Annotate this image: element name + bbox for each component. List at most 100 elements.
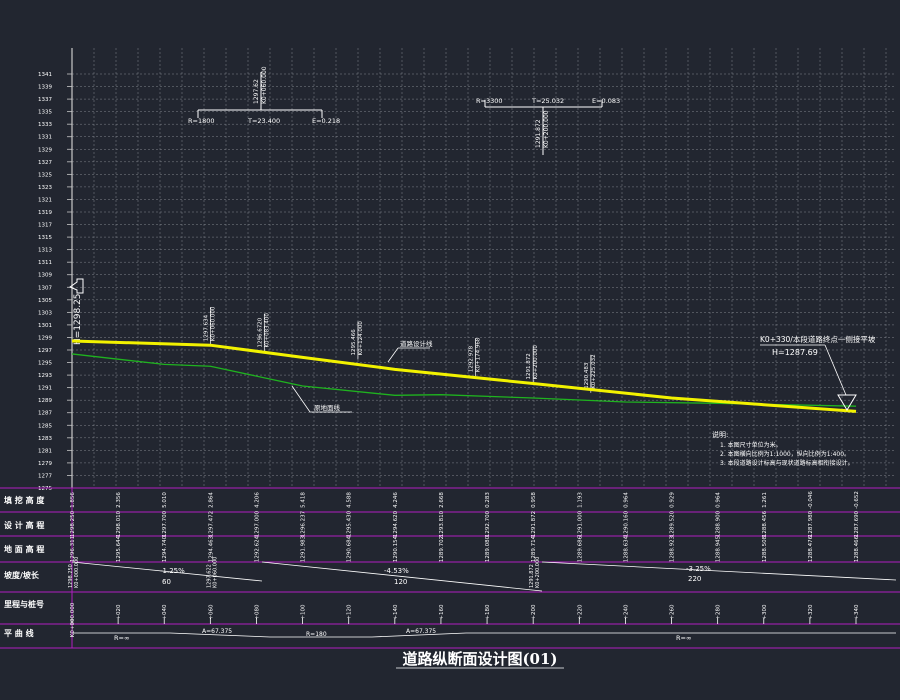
station-label: +040 bbox=[162, 604, 168, 620]
profile-point-label: K0+225.032 bbox=[591, 354, 597, 388]
elevation-tick-label: 1289 bbox=[38, 398, 52, 404]
elevation-tick-label: 1295 bbox=[38, 361, 52, 367]
elevation-tick-label: 1335 bbox=[38, 110, 52, 116]
notes-heading: 说明: bbox=[712, 430, 728, 439]
grade-3-length: 220 bbox=[688, 575, 701, 583]
cut-fill-value: 4.246 bbox=[393, 492, 399, 508]
design-elevation-value: 1295.430 bbox=[347, 510, 353, 537]
profile-point-label: 1297.634 bbox=[203, 314, 209, 341]
design-elevation-value: 1296.237 bbox=[301, 510, 307, 537]
row-label-cut-fill: 填 挖 高 度 bbox=[4, 495, 45, 505]
elevation-tick-label: 1319 bbox=[38, 210, 52, 216]
note-line-3: 3. 本段道路设计标高与现状道路标高相衔接设计。 bbox=[720, 459, 854, 467]
ground-elevation-value: 1289.702 bbox=[439, 536, 445, 562]
station-label: +140 bbox=[393, 604, 399, 620]
elevation-tick-label: 1283 bbox=[38, 436, 52, 442]
ground-elevation-value: 1291.983 bbox=[301, 535, 307, 562]
endpoint-level: H=1287.69 bbox=[772, 348, 818, 357]
elevation-tick-label: 1331 bbox=[38, 135, 52, 141]
drawing-title: 道路纵断面设计图(01) bbox=[402, 650, 557, 668]
start-elevation-label: H=1298.25 bbox=[73, 293, 83, 345]
design-elevation-value: 1291.000 bbox=[577, 510, 583, 537]
row-label-ground-elev: 地 面 高 程 bbox=[4, 544, 44, 554]
curve-1-radius: R=1800 bbox=[188, 117, 215, 125]
elevation-tick-label: 1303 bbox=[38, 310, 52, 316]
elevation-tick-label: 1311 bbox=[38, 260, 52, 266]
cut-fill-value: 2.668 bbox=[439, 492, 445, 508]
design-elevation-value: 1298.250 bbox=[70, 510, 76, 537]
cut-fill-value: -0.046 bbox=[808, 491, 814, 509]
ground-elevation-value: 1288.476 bbox=[808, 535, 814, 562]
station-label: +180 bbox=[485, 604, 491, 620]
station-label: +200 bbox=[531, 604, 537, 620]
elevation-tick-label: 1305 bbox=[38, 298, 52, 304]
station-label: +160 bbox=[439, 604, 445, 620]
elevation-tick-label: 1321 bbox=[38, 197, 52, 203]
alignment-curve: R=180 bbox=[306, 631, 327, 638]
curve-2-pvi-elevation: 1291.872 bbox=[535, 119, 542, 148]
elevation-tick-label: 1297 bbox=[38, 348, 52, 354]
grade-change-label: K0+060.000 bbox=[212, 557, 218, 588]
alignment-spiral-2: A=67.375 bbox=[406, 628, 436, 635]
design-elevation-value: 1298.010 bbox=[116, 510, 122, 537]
row-label-alignment: 平 曲 线 bbox=[4, 628, 34, 638]
station-label: +260 bbox=[670, 604, 676, 620]
curve-1-tangent: T=23.400 bbox=[247, 117, 280, 125]
alignment-spiral-1: A=67.375 bbox=[202, 628, 232, 635]
cut-fill-value: 5.010 bbox=[162, 492, 168, 508]
cut-fill-value: 1.193 bbox=[577, 492, 583, 508]
design-elevation-value: 1288.456 bbox=[762, 510, 768, 537]
elevation-tick-label: 1291 bbox=[38, 386, 52, 392]
elevation-tick-label: 1281 bbox=[38, 448, 52, 454]
station-label: +340 bbox=[854, 604, 860, 620]
elevation-tick-label: 1317 bbox=[38, 223, 52, 229]
profile-point-label: 1296.6720 bbox=[257, 317, 263, 347]
elevation-tick-label: 1333 bbox=[38, 122, 52, 128]
profile-point-label: 1295.466 bbox=[351, 329, 357, 356]
elevation-tick-label: 1299 bbox=[38, 335, 52, 341]
elevation-tick-label: 1327 bbox=[38, 160, 52, 166]
ground-elevation-value: 1288.923 bbox=[670, 535, 676, 562]
design-elevation-value: 1290.160 bbox=[623, 510, 629, 537]
ground-elevation-value: 1288.945 bbox=[716, 535, 722, 562]
alignment-tangent-1: R=∞ bbox=[114, 634, 129, 642]
station-label: +020 bbox=[116, 604, 122, 620]
design-elevation-value: 1287.980 bbox=[808, 510, 814, 537]
elevation-tick-label: 1277 bbox=[38, 473, 52, 479]
elevation-tick-label: 1337 bbox=[38, 97, 52, 103]
curve-2-radius: R=3300 bbox=[476, 97, 503, 105]
design-elevation-value: 1292.700 bbox=[485, 510, 491, 537]
profile-drawing-canvas[interactable]: 1341 1339 1337 1335 1333 1331 1329 1327 1325 1323… bbox=[0, 0, 900, 700]
cut-fill-value: 0.283 bbox=[485, 492, 491, 508]
station-label: +320 bbox=[808, 604, 814, 620]
elevation-tick-label: 1323 bbox=[38, 185, 52, 191]
station-label: K0+000.000 bbox=[70, 602, 76, 637]
station-label: +280 bbox=[716, 604, 722, 620]
design-elevation-value: 1297.472 bbox=[208, 511, 214, 537]
station-label: +060 bbox=[208, 604, 214, 620]
elevation-tick-label: 1285 bbox=[38, 423, 52, 429]
cut-fill-value: 5.418 bbox=[301, 492, 307, 508]
profile-point-label: K0+124.000 bbox=[358, 321, 364, 356]
profile-point-label: 1292.978 bbox=[469, 345, 475, 372]
elevation-tick-label: 1275 bbox=[38, 486, 52, 492]
elevation-tick-label: 1313 bbox=[38, 248, 52, 254]
profile-point-label: K0+083.400 bbox=[264, 313, 270, 348]
note-line-1: 1. 本图尺寸单位为米。 bbox=[720, 441, 782, 449]
cut-fill-value: 4.588 bbox=[347, 492, 353, 508]
profile-point-label: 1291.872 bbox=[526, 353, 532, 379]
grade-change-label: K0+000.000 bbox=[74, 557, 80, 588]
curve-2-pvi-station: K0+200.000 bbox=[543, 110, 550, 148]
cut-fill-value: 0.964 bbox=[623, 492, 629, 508]
ground-elevation-value: 1289.080 bbox=[485, 535, 491, 562]
elevation-tick-label: 1309 bbox=[38, 273, 52, 279]
elevation-tick-label: 1287 bbox=[38, 411, 52, 417]
design-elevation-value: 1288.900 bbox=[716, 510, 722, 537]
elevation-tick-label: 1279 bbox=[38, 461, 52, 467]
grade-2-length: 120 bbox=[394, 578, 407, 586]
design-elevation-value: 1294.620 bbox=[393, 510, 399, 537]
cut-fill-value: 2.864 bbox=[208, 492, 214, 508]
curve-1-external: E=0.218 bbox=[312, 117, 340, 125]
ground-elevation-value: 1292.624 bbox=[254, 535, 260, 562]
design-elevation-value: 1297.700 bbox=[162, 510, 168, 537]
